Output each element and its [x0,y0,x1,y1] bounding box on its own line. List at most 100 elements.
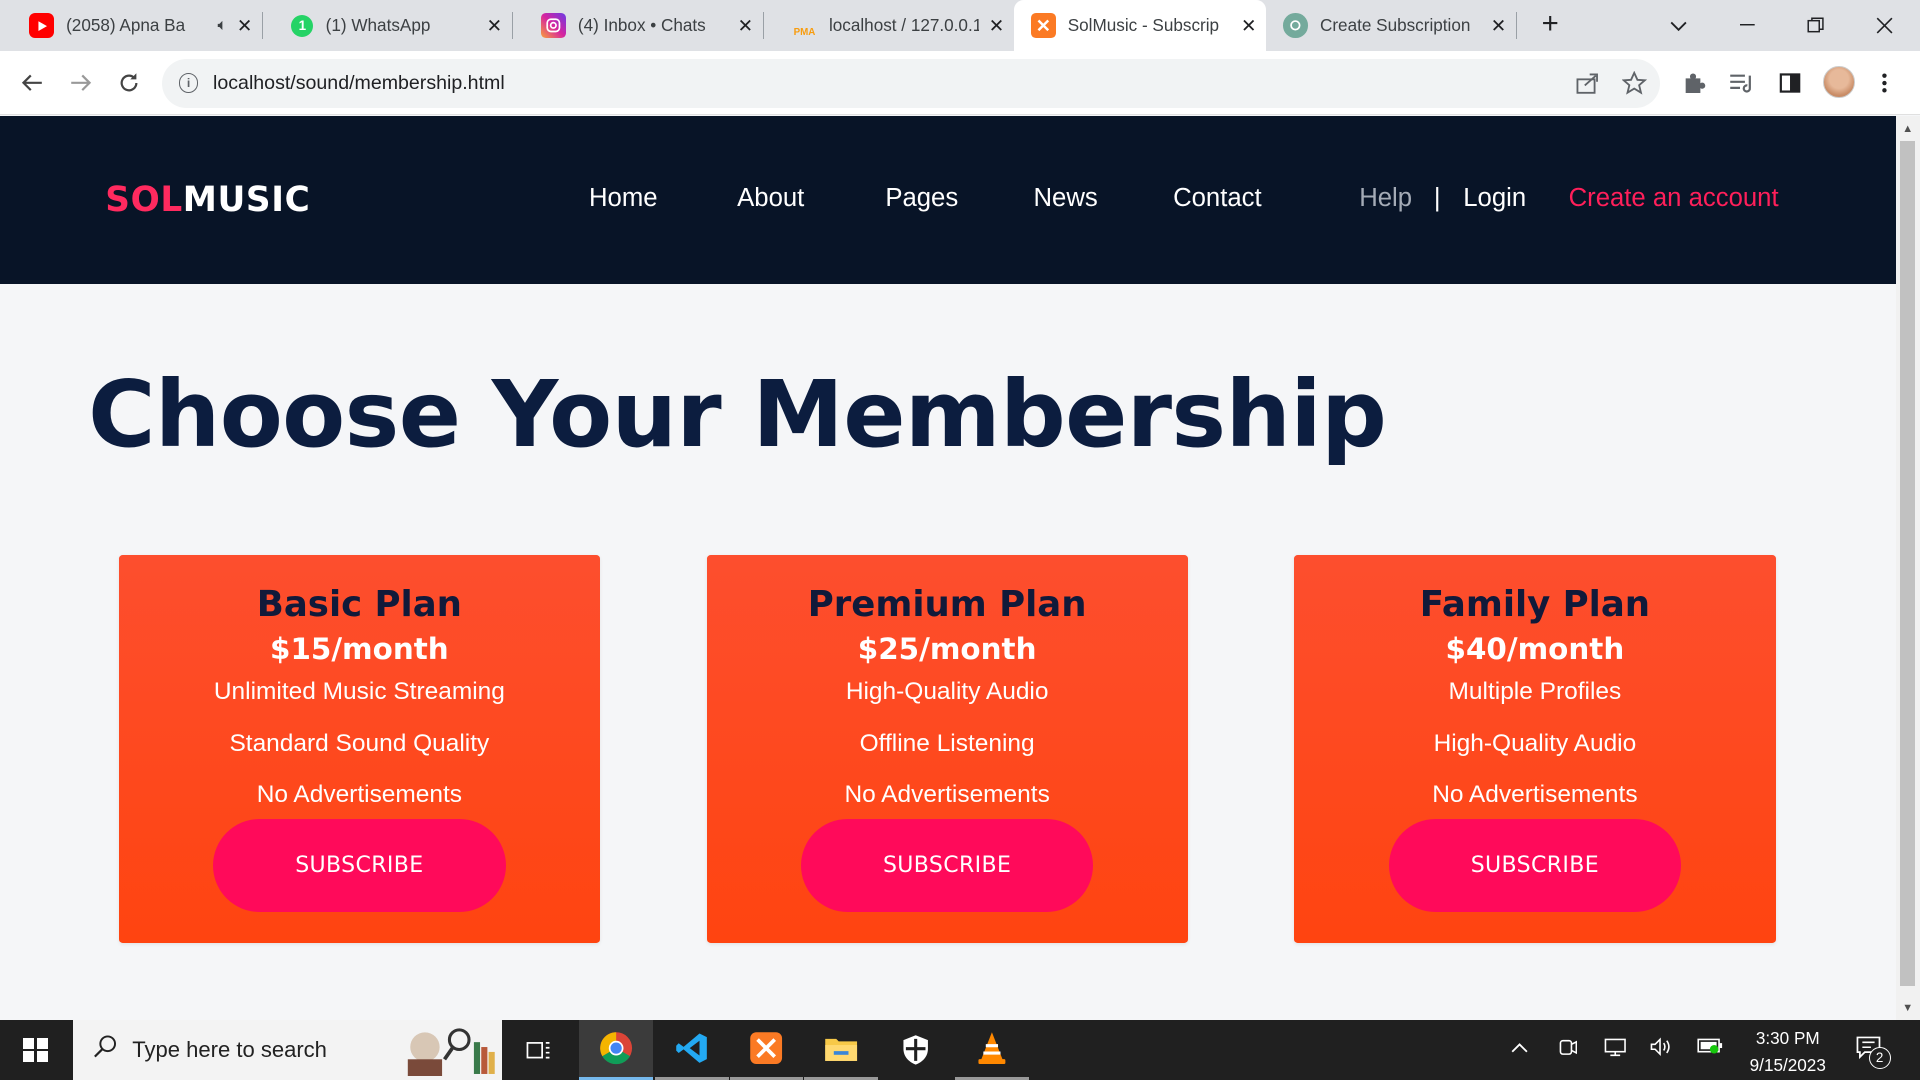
plan-feature: Standard Sound Quality [229,729,490,757]
notification-center-icon[interactable]: 2 [1855,1035,1891,1069]
tab-divider [1515,12,1518,40]
start-button[interactable] [0,1020,71,1080]
screen: (2058) Apna Ba 🔈︎ ✕ 1 (1) WhatsApp ✕ (4)… [0,0,1920,1080]
close-window-icon[interactable] [1854,0,1915,51]
task-view-icon[interactable] [502,1020,575,1080]
plan-feature: Offline Listening [859,729,1035,757]
file-explorer-icon[interactable] [804,1020,878,1080]
nav-news-link[interactable]: News [1033,184,1097,213]
site-info-icon[interactable]: i [178,73,199,94]
tab-title: (4) Inbox • Chats [577,15,706,36]
scroll-up-arrow-icon[interactable]: ▲ [1896,119,1920,139]
plan-price: $25/month [857,632,1037,667]
taskbar-search-box[interactable]: Type here to search [73,1020,503,1080]
chrome-taskbar-icon[interactable] [579,1020,653,1080]
whatsapp-icon: 1 [291,14,314,37]
battery-charging-icon[interactable] [1697,1037,1724,1060]
xampp-taskbar-icon[interactable] [729,1020,804,1080]
nav-create-account-link[interactable]: Create an account [1569,184,1779,213]
close-tab-icon[interactable]: ✕ [1241,15,1256,37]
plan-feature: No Advertisements [256,781,463,809]
site-logo[interactable]: SOLMUSIC [105,180,310,220]
minimize-icon[interactable] [1717,0,1778,51]
tab-youtube[interactable]: (2058) Apna Ba 🔈︎ ✕ [0,0,262,51]
subscribe-premium-button[interactable]: SUBSCRIBE [800,819,1094,913]
plan-feature: High-Quality Audio [1433,729,1637,757]
scrollbar-thumb[interactable] [1900,140,1916,986]
plan-feature: No Advertisements [1432,781,1638,809]
tab-search-chevron-icon[interactable] [1648,0,1709,51]
logo-music-text: MUSIC [182,179,311,220]
tab-phpmyadmin[interactable]: PMA localhost / 127.0.0.1 ✕ [763,0,1014,51]
nav-home-link[interactable]: Home [589,184,658,213]
clock-time: 3:30 PM [1755,1027,1820,1048]
meet-now-icon[interactable] [1554,1037,1581,1063]
network-icon[interactable] [1602,1037,1629,1063]
plan-name: Family Plan [1419,584,1651,626]
notification-count-badge: 2 [1868,1046,1891,1069]
plan-name: Basic Plan [256,584,462,626]
new-tab-button[interactable]: + [1533,7,1567,41]
restore-icon[interactable] [1785,0,1846,51]
extensions-puzzle-icon[interactable] [1681,70,1708,97]
volume-icon[interactable] [1648,1037,1675,1063]
plan-feature: Multiple Profiles [1448,678,1622,706]
address-bar[interactable]: i localhost/sound/membership.html [161,58,1661,108]
nav-separator: | [1433,183,1441,212]
search-highlight-illustration-icon [398,1025,496,1077]
instagram-icon [541,13,566,38]
chrome-menu-icon[interactable] [1871,70,1898,97]
tab-title: localhost / 127.0.0.1 [828,15,979,36]
nav-about-link[interactable]: About [737,184,804,213]
subscribe-basic-button[interactable]: SUBSCRIBE [213,819,506,913]
vlc-taskbar-icon[interactable] [955,1020,1029,1080]
url-text[interactable]: localhost/sound/membership.html [213,72,505,95]
plan-card-premium: Premium Plan $25/month High-Quality Audi… [706,554,1188,943]
nav-contact-link[interactable]: Contact [1173,184,1262,213]
profile-avatar[interactable] [1823,66,1856,98]
bookmark-star-icon[interactable] [1621,70,1648,97]
tab-whatsapp[interactable]: 1 (1) WhatsApp ✕ [262,0,512,51]
security-shield-icon[interactable] [879,1020,952,1080]
close-tab-icon[interactable]: ✕ [989,15,1004,37]
tab-chatgpt[interactable]: Create Subscription ✕ [1266,0,1516,51]
tab-instagram[interactable]: (4) Inbox • Chats ✕ [512,0,763,51]
show-hidden-icons-chevron-icon[interactable] [1506,1037,1533,1060]
page-title: Choose Your Membership [88,361,1387,469]
nav-pages-link[interactable]: Pages [885,184,958,213]
share-icon[interactable] [1573,70,1600,97]
tab-title: (1) WhatsApp [325,15,431,36]
tab-title: SolMusic - Subscrip [1067,15,1220,36]
vscode-taskbar-icon[interactable] [655,1020,729,1080]
browser-tab-strip: (2058) Apna Ba 🔈︎ ✕ 1 (1) WhatsApp ✕ (4)… [0,0,1920,52]
plan-card-family: Family Plan $40/month Multiple Profiles … [1294,554,1776,943]
tab-solmusic[interactable]: SolMusic - Subscrip ✕ [1013,0,1267,52]
media-playlist-icon[interactable] [1729,70,1756,97]
phpmyadmin-icon: PMA [793,26,816,38]
forward-arrow-icon[interactable] [64,66,98,100]
tab-title: Create Subscription [1319,15,1471,36]
plan-card-basic: Basic Plan $15/month Unlimited Music Str… [118,554,600,943]
browser-toolbar: i localhost/sound/membership.html [0,51,1920,116]
side-panel-icon[interactable] [1777,70,1804,97]
reload-icon[interactable] [111,66,145,100]
close-tab-icon[interactable]: ✕ [237,15,252,37]
scroll-down-arrow-icon[interactable]: ▼ [1896,998,1920,1018]
webpage: SOLMUSIC Home About Pages News Contact H… [0,116,1896,1020]
windows-taskbar: Type here to search 3:30 PM 9/15/2023 2 [0,1020,1920,1080]
subscribe-family-button[interactable]: SUBSCRIBE [1388,819,1682,913]
nav-help-link[interactable]: Help [1359,184,1412,213]
windows-logo-icon [23,1037,48,1063]
xampp-icon [1031,13,1056,38]
back-arrow-icon[interactable] [15,66,49,100]
nav-login-link[interactable]: Login [1463,184,1526,213]
plan-features: Multiple Profiles High-Quality Audio No … [1294,666,1775,820]
page-scrollbar[interactable]: ▲ ▼ [1895,116,1920,1020]
close-tab-icon[interactable]: ✕ [1491,15,1506,37]
close-tab-icon[interactable]: ✕ [738,15,753,37]
speaker-icon[interactable]: 🔈︎ [218,17,228,35]
search-placeholder[interactable]: Type here to search [132,1037,327,1063]
taskbar-clock[interactable]: 3:30 PM 9/15/2023 [1736,1025,1839,1079]
close-tab-icon[interactable]: ✕ [487,15,502,37]
plan-features: Unlimited Music Streaming Standard Sound… [119,666,600,820]
